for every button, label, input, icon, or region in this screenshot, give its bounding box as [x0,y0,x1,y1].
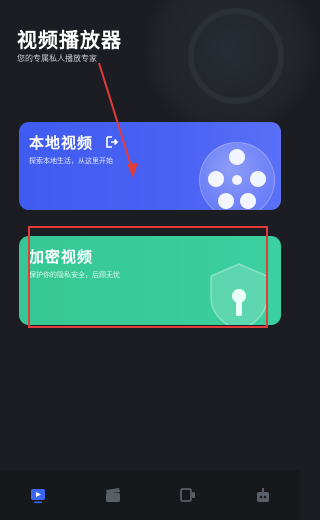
nav-robot[interactable] [251,483,275,507]
bottom-navigation [0,470,300,520]
page-subtitle: 您的专属私人播放专家 [17,54,97,63]
local-video-description: 探索本地生活，从这里开始 [29,157,113,165]
nav-play-video[interactable] [26,483,50,507]
play-video-icon [30,489,45,504]
enter-arrow-icon [106,136,119,148]
nav-screen-cast[interactable] [176,483,200,507]
annotation-highlight-box [28,226,268,328]
background-decoration [140,0,320,140]
screen-cast-icon [179,488,195,502]
robot-icon [256,488,269,502]
nav-clapperboard[interactable] [101,483,125,507]
clapperboard-icon [105,488,120,502]
local-video-title: 本地视频 [29,134,94,152]
page-title: 视频播放器 [17,28,122,52]
film-reel-icon [199,142,275,210]
local-video-card[interactable]: 本地视频 探索本地生活，从这里开始 [19,122,281,210]
